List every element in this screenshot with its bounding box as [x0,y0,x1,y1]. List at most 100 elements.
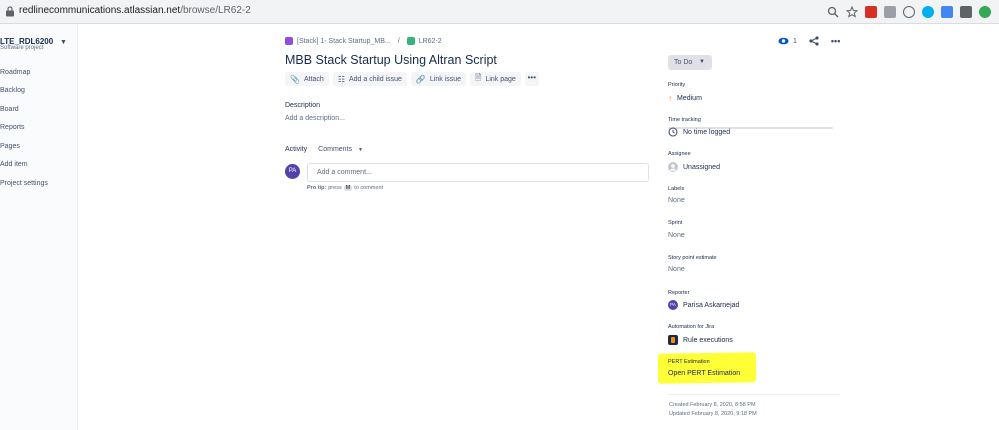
breadcrumb-parent[interactable]: [Stack] 1- Stack Startup_MB... [297,38,391,45]
extension-gray-icon[interactable] [884,6,896,18]
extension-skype-icon[interactable] [922,6,934,18]
sidebar-item-backlog[interactable]: Backlog [0,87,25,94]
share-icon[interactable] [809,36,819,46]
labels-label: Labels [668,186,685,192]
open-pert-estimation-link[interactable]: Open PERT Estimation [668,370,740,377]
issue-title[interactable]: MBB Stack Startup Using Altran Script [285,53,497,67]
protip-key: M [343,185,353,191]
time-tracking-value: No time logged [683,128,731,136]
assignee-field[interactable]: Unassigned [668,162,720,172]
link-issue-label: Link issue [429,75,462,83]
watch-button[interactable]: 1 [778,37,797,45]
labels-value[interactable]: None [668,197,685,204]
description-heading: Description [285,102,321,109]
issue-toolbar: 📎 Attach ☷ Add a child issue 🔗 Link issu… [285,72,539,86]
story-points-value[interactable]: None [668,266,685,273]
time-tracking-field[interactable]: No time logged [668,127,730,137]
breadcrumb-separator: / [397,37,400,45]
sprint-value[interactable]: None [668,232,685,239]
url-field[interactable]: redlinecommunications.atlassian.net/brow… [19,5,251,16]
add-child-label: Add a child issue [349,75,402,83]
automation-icon [668,335,678,345]
priority-label: Priority [668,82,686,88]
protip-press: press [328,185,342,191]
browser-extensions [827,4,991,20]
clock-icon [668,127,678,137]
url-path: /browse/LR62-2 [180,5,251,16]
chevron-down-icon[interactable]: ▼ [60,39,67,46]
sidebar-item-project-settings[interactable]: Project settings [0,180,48,187]
pert-label: PERT Estimation [668,359,710,365]
protip-suffix: to comment [354,185,384,191]
story-icon [406,37,415,45]
avatar: PA [668,300,678,310]
automation-label: Automation for Jira [668,324,715,330]
sidebar-item-roadmap[interactable]: Roadmap [0,69,30,76]
rule-executions-label: Rule executions [683,336,733,344]
link-page-label: Link page [485,75,516,83]
comments-filter[interactable]: Comments ▼ [318,146,363,153]
page-icon: 🗎 [475,73,482,82]
project-type: Software project [0,45,44,51]
rule-executions-link[interactable]: Rule executions [668,335,733,345]
breadcrumb-issue-key[interactable]: LR62-2 [419,38,442,45]
more-actions-button[interactable]: ••• [524,72,539,86]
user-icon [668,162,678,172]
reporter-field[interactable]: PA Parisa Askarnejad [668,300,739,310]
paperclip-icon: 📎 [290,74,300,84]
add-child-issue-button[interactable]: ☷ Add a child issue [332,72,407,86]
extension-g-icon[interactable] [960,6,972,18]
zoom-icon[interactable] [827,6,839,18]
extension-blue-icon[interactable] [941,6,953,18]
profile-avatar-icon[interactable] [979,6,991,18]
priority-field[interactable]: ↑ Medium [668,94,702,103]
child-issue-icon: ☷ [337,74,345,84]
link-issue-button[interactable]: 🔗 Link issue [410,72,467,86]
assignee-label: Assignee [668,151,691,157]
link-page-button[interactable]: 🗎 Link page [470,72,521,86]
reporter-value: Parisa Askarnejad [683,301,740,309]
sidebar-item-reports[interactable]: Reports [0,124,25,131]
created-date: Created February 8, 2020, 8:58 PM [669,402,756,408]
chevron-down-icon: ▼ [358,146,363,153]
sidebar-item-board[interactable]: Board [0,106,19,113]
eye-icon [778,37,789,45]
activity-heading: Activity [285,146,308,153]
link-icon: 🔗 [415,74,426,84]
protip-prefix: Pro tip: [307,185,327,191]
activity-header: Activity Comments ▼ [285,146,363,153]
browser-address-bar: redlinecommunications.atlassian.net/brow… [0,0,999,24]
attach-label: Attach [303,75,324,83]
story-points-label: Story point estimate [668,255,717,261]
time-tracking-label: Time tracking [668,117,701,123]
assignee-value: Unassigned [683,163,720,171]
bookmark-star-icon[interactable] [846,6,858,18]
extension-red-icon[interactable] [865,6,877,18]
protip: Pro tip: press M to comment [307,185,383,191]
pert-highlight [658,352,756,384]
watch-count: 1 [793,37,797,45]
issue-header-actions: 1 ••• [778,36,840,46]
extension-circle-icon[interactable] [903,6,915,18]
sidebar-item-pages[interactable]: Pages [0,143,20,150]
divider [668,394,840,395]
comment-input[interactable]: Add a comment... [307,163,649,182]
status-label: To Do [674,59,693,66]
updated-date: Updated February 8, 2020, 9:18 PM [669,411,757,417]
reporter-label: Reporter [668,290,690,296]
priority-value: Medium [677,95,702,102]
url-host: redlinecommunications.atlassian.net [19,5,181,16]
chevron-down-icon: ▼ [699,59,705,65]
epic-icon [285,37,293,45]
attach-button[interactable]: 📎 Attach [285,72,329,86]
arrow-up-icon: ↑ [668,94,672,103]
comments-filter-label: Comments [318,146,353,153]
lock-icon[interactable] [5,6,15,17]
status-dropdown[interactable]: To Do ▼ [668,55,712,70]
more-icon[interactable]: ••• [831,36,840,46]
description-placeholder[interactable]: Add a description... [285,115,345,122]
breadcrumb: [Stack] 1- Stack Startup_MB... / LR62-2 [285,37,442,45]
sprint-label: Sprint [668,220,683,226]
avatar: PA [285,164,300,179]
sidebar-item-add-item[interactable]: Add item [0,161,28,168]
